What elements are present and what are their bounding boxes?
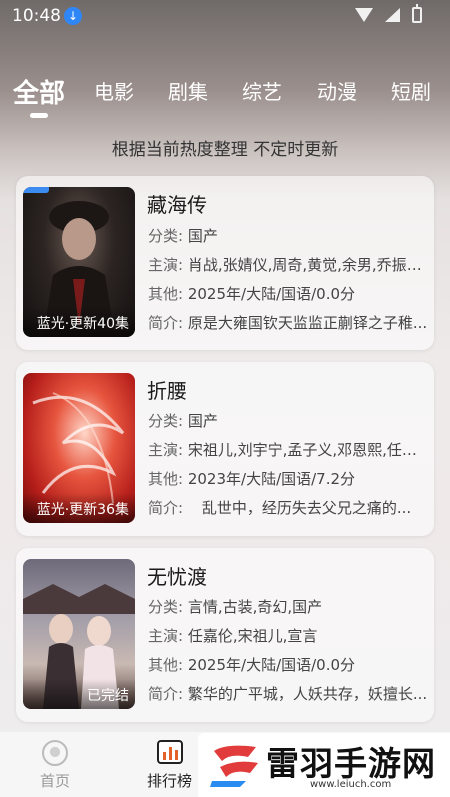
item-intro: 简介: 繁华的广平城，人妖共存，妖擅长... — [148, 685, 428, 703]
item-other: 其他: 2025年/大陆/国语/0.0分 — [148, 285, 356, 303]
item-title: 无忧渡 — [147, 565, 207, 589]
status-time: 10:48 — [12, 6, 61, 26]
nav-ranking[interactable]: 排行榜 — [147, 740, 192, 791]
download-icon: ↓ — [64, 7, 82, 25]
item-cast: 主演: 任嘉伦,宋祖儿,宣言 — [148, 627, 318, 645]
item-intro: 简介: 原是大雍国钦天监监正蒯铎之子稚... — [148, 314, 428, 332]
list-item[interactable]: 蓝光·更新40集 藏海传 分类: 国产 主演: 肖战,张婧仪,周奇,黄觉,余男,… — [16, 176, 434, 350]
item-title: 折腰 — [147, 379, 187, 403]
home-icon — [42, 740, 68, 766]
nav-home[interactable]: 首页 — [40, 740, 70, 791]
active-tab-indicator — [30, 113, 48, 118]
leiyu-logo — [210, 745, 258, 787]
status-bar: 10:48 ↓ — [0, 0, 450, 34]
watermark-url: www.leiuch.com — [310, 779, 392, 790]
list-item[interactable]: 蓝光·更新36集 折腰 分类: 国产 主演: 宋祖儿,刘宇宁,孟子义,邓恩熙,任… — [16, 362, 434, 536]
episode-badge: 蓝光·更新40集 — [23, 307, 135, 337]
item-intro: 简介: 乱世中，经历失去父兄之痛的... — [148, 499, 412, 517]
item-other: 其他: 2025年/大陆/国语/0.0分 — [148, 656, 356, 674]
item-category: 分类: 国产 — [148, 227, 218, 245]
list-item[interactable]: 已完结 无忧渡 分类: 言情,古装,奇幻,国产 主演: 任嘉伦,宋祖儿,宣言 其… — [16, 548, 434, 722]
item-category: 分类: 国产 — [148, 412, 218, 430]
tab-short-drama[interactable]: 短剧 — [391, 76, 431, 105]
status-icons — [355, 4, 422, 23]
item-category: 分类: 言情,古装,奇幻,国产 — [148, 598, 323, 616]
item-cast: 主演: 宋祖儿,刘宇宁,孟子义,邓恩熙,任豪,... — [148, 441, 428, 459]
tab-movies[interactable]: 电影 — [94, 76, 134, 105]
wifi-icon — [355, 8, 373, 22]
nav-home-label: 首页 — [40, 772, 71, 790]
item-cast: 主演: 肖战,张婧仪,周奇,黄觉,余男,乔振宇... — [148, 256, 428, 274]
signal-icon — [385, 8, 400, 22]
ranking-icon — [156, 740, 183, 764]
item-title: 藏海传 — [147, 193, 207, 217]
battery-icon — [412, 4, 422, 23]
status-badge: 已完结 — [23, 679, 135, 709]
ranking-subtitle: 根据当前热度整理 不定时更新 — [111, 140, 339, 160]
poster-image: 蓝光·更新40集 — [23, 187, 135, 337]
tab-variety[interactable]: 综艺 — [242, 76, 282, 105]
episode-badge: 蓝光·更新36集 — [23, 493, 135, 523]
category-tabs: 全部 电影 剧集 综艺 动漫 短剧 — [0, 76, 450, 126]
site-watermark: 雷羽手游网 www.leiuch.com — [198, 733, 450, 797]
tab-series[interactable]: 剧集 — [168, 76, 208, 105]
item-other: 其他: 2023年/大陆/国语/7.2分 — [148, 470, 356, 488]
tab-anime[interactable]: 动漫 — [317, 76, 357, 105]
tab-all[interactable]: 全部 — [13, 73, 65, 110]
watermark-text: 雷羽手游网 — [266, 744, 436, 783]
poster-image: 蓝光·更新36集 — [23, 373, 135, 523]
nav-ranking-label: 排行榜 — [147, 772, 193, 790]
poster-image: 已完结 — [23, 559, 135, 709]
